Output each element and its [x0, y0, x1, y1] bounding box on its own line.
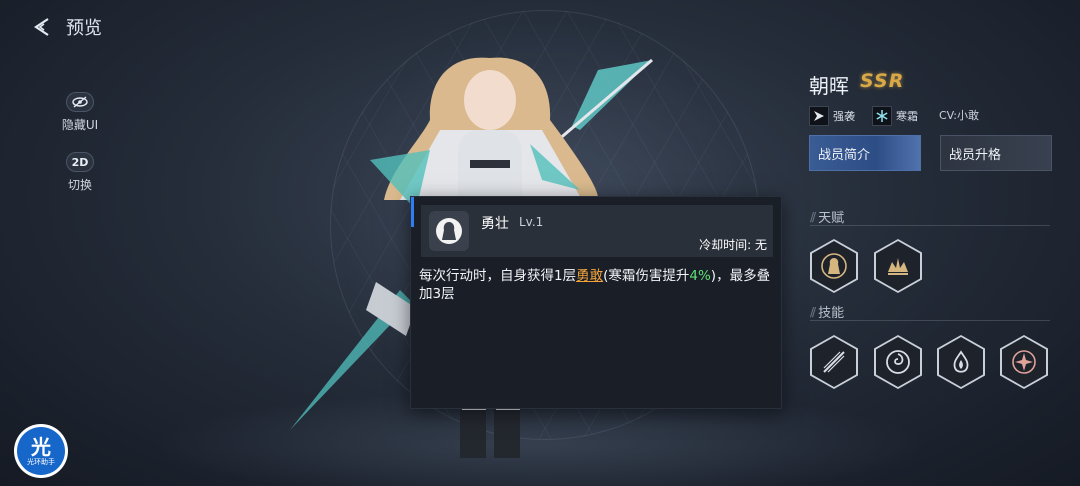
character-upgrade-label: 战员升格 — [949, 147, 1002, 163]
rarity-badge: SSR — [860, 70, 905, 92]
popup-header: 勇壮 Lv.1 冷却时间: 无 — [421, 205, 773, 257]
hide-ui-label: 隐藏UI — [61, 118, 99, 132]
spear-strike-icon — [823, 351, 845, 373]
cooldown-text: 冷却时间: 无 — [699, 238, 767, 252]
desc-percent: 4% — [689, 268, 711, 284]
skill-name: 勇壮 — [481, 216, 509, 232]
desc-part2: (寒霜伤害提升 — [603, 268, 690, 284]
talent-button-2[interactable] — [874, 239, 922, 293]
skill-button-4[interactable] — [1000, 335, 1048, 389]
back-arrow-icon — [34, 18, 49, 36]
helper-app-badge[interactable]: 光 光环助手 — [14, 424, 68, 478]
desc-part1: 每次行动时，自身获得1层 — [419, 268, 577, 284]
swirl-icon — [886, 350, 910, 374]
frost-icon — [872, 106, 892, 126]
eye-off-icon — [66, 92, 94, 112]
slash-decoration-icon: // — [810, 209, 816, 224]
valor-icon — [821, 253, 847, 279]
page-title: 预览 — [66, 18, 102, 39]
star-burst-icon — [1012, 350, 1036, 374]
skill-button-2[interactable] — [874, 335, 922, 389]
talent-section-header: // 天赋 — [810, 208, 1050, 226]
skill-level: Lv.1 — [519, 215, 544, 229]
slash-decoration-icon: // — [810, 304, 816, 319]
switch-label: 切换 — [67, 178, 92, 192]
skills-section-title: 技能 — [818, 306, 845, 321]
helper-badge-glyph: 光 — [31, 434, 51, 459]
skills-section-header: // 技能 — [810, 303, 1050, 321]
skill-description: 每次行动时，自身获得1层勇敢(寒霜伤害提升4%)，最多叠加3层 — [419, 267, 777, 303]
tag-frost-label: 寒霜 — [896, 110, 918, 123]
cv-label: CV:小敢 — [939, 109, 980, 122]
popup-accent-bar — [411, 197, 414, 227]
hide-ui-button[interactable]: 隐藏UI — [58, 92, 102, 133]
switch-2d-button[interactable]: 2D 切换 — [58, 152, 102, 193]
tag-assault: 强袭 — [809, 106, 855, 126]
crown-splash-icon — [888, 258, 908, 275]
skill-detail-popup: 勇壮 Lv.1 冷却时间: 无 每次行动时，自身获得1层勇敢(寒霜伤害提升4%)… — [410, 196, 782, 409]
2d-icon: 2D — [66, 152, 94, 172]
keyword-brave-link[interactable]: 勇敢 — [576, 268, 603, 284]
skill-icon — [429, 211, 469, 251]
tag-assault-label: 强袭 — [833, 110, 855, 123]
character-intro-button[interactable]: 战员简介 — [809, 135, 921, 171]
character-upgrade-button[interactable]: 战员升格 — [940, 135, 1052, 171]
tag-frost: 寒霜 — [872, 106, 918, 126]
back-button[interactable]: 预览 — [30, 12, 102, 42]
character-intro-label: 战员简介 — [818, 147, 871, 163]
skill-button-1[interactable] — [810, 335, 858, 389]
assault-icon — [809, 106, 829, 126]
character-name: 朝晖 — [809, 74, 849, 98]
skill-button-3[interactable] — [937, 335, 985, 389]
talent-section-title: 天赋 — [818, 211, 845, 226]
talent-button-1[interactable] — [810, 239, 858, 293]
flame-icon — [953, 350, 969, 373]
helper-badge-label: 光环助手 — [27, 457, 55, 466]
